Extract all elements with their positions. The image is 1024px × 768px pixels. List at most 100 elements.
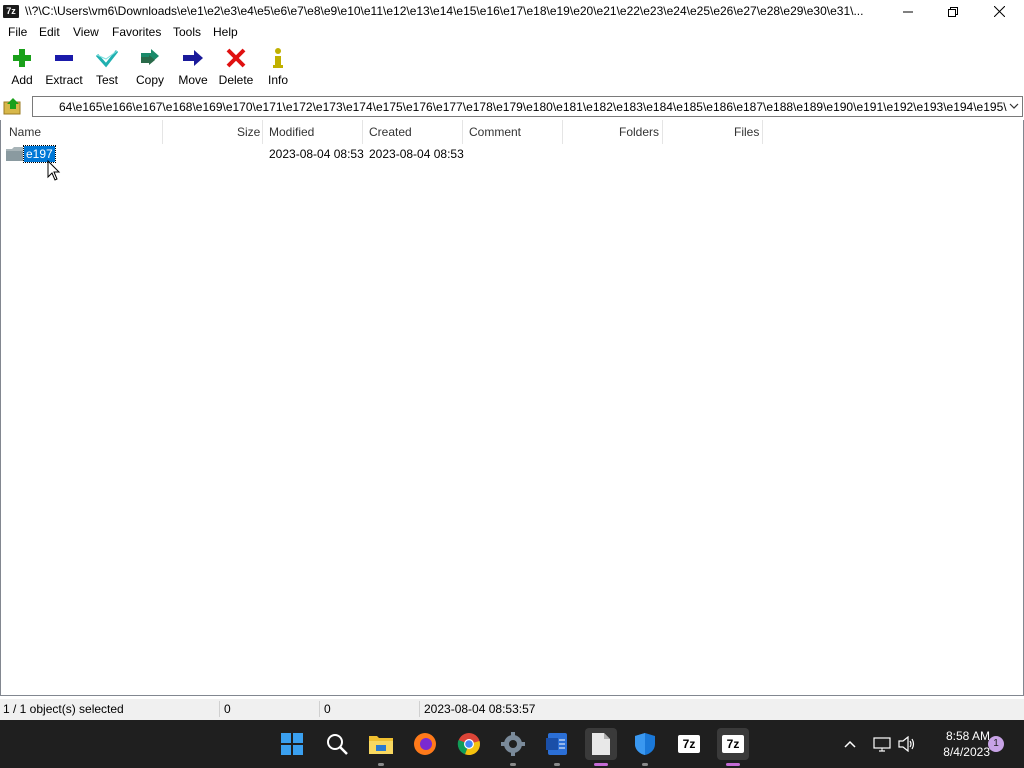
windows-start-icon: [281, 733, 303, 755]
file-explorer-icon: [369, 736, 393, 754]
menu-favorites[interactable]: Favorites: [111, 25, 162, 39]
column-size[interactable]: Size: [237, 120, 260, 144]
column-files[interactable]: Files: [734, 120, 759, 144]
column-folders[interactable]: Folders: [619, 120, 659, 144]
list-item[interactable]: e197 2023-08-04 08:53 2023-08-04 08:53: [1, 144, 1023, 164]
word-icon: [546, 733, 567, 755]
taskbar-7zip[interactable]: 7z: [673, 728, 705, 760]
menu-bar: File Edit View Favorites Tools Help: [0, 23, 1024, 43]
extract-button[interactable]: Extract: [42, 47, 86, 91]
folder-up-icon: [3, 98, 21, 115]
column-divider[interactable]: [662, 120, 663, 144]
active-indicator: [594, 763, 608, 766]
7zip-icon: 7z: [678, 735, 700, 753]
menu-file[interactable]: File: [7, 25, 28, 39]
move-button[interactable]: Move: [171, 47, 215, 91]
defender-icon: [635, 733, 655, 755]
taskbar-7zip-active[interactable]: 7z: [717, 728, 749, 766]
status-size: 0: [224, 702, 231, 716]
test-button[interactable]: Test: [85, 47, 129, 91]
chevron-down-icon[interactable]: [1008, 100, 1020, 112]
taskbar-file-explorer[interactable]: [365, 728, 397, 766]
taskbar: 7z 7z 8:58 AM 8/4/2023: [0, 720, 1024, 768]
running-indicator: [642, 763, 648, 766]
tray-overflow-button[interactable]: [843, 720, 857, 768]
address-input[interactable]: 64\e165\e166\e167\e168\e169\e170\e171\e1…: [32, 96, 1023, 117]
extract-label: Extract: [45, 73, 83, 87]
minimize-icon: [903, 11, 913, 12]
copy-button[interactable]: Copy: [128, 47, 172, 91]
maximize-button[interactable]: [930, 0, 976, 23]
list-header: Name Size Modified Created Comment Folde…: [1, 120, 1023, 144]
menu-view[interactable]: View: [72, 25, 100, 39]
column-divider[interactable]: [262, 120, 263, 144]
search-icon: [327, 734, 348, 755]
test-label: Test: [95, 73, 118, 87]
restore-icon: [948, 6, 958, 17]
taskbar-notepad[interactable]: [585, 728, 617, 766]
column-comment[interactable]: Comment: [469, 120, 521, 144]
title-bar[interactable]: 7z \\?\C:\Users\vm6\Downloads\e\e1\e2\e3…: [0, 0, 1024, 23]
column-modified[interactable]: Modified: [269, 120, 314, 144]
menu-edit[interactable]: Edit: [38, 25, 61, 39]
minus-icon: [55, 55, 73, 61]
item-created: 2023-08-04 08:53: [369, 147, 464, 161]
address-bar: 64\e165\e166\e167\e168\e169\e170\e171\e1…: [0, 94, 1024, 118]
running-indicator: [554, 763, 560, 766]
column-name[interactable]: Name: [9, 120, 41, 144]
7zip-icon: 7z: [722, 735, 744, 753]
column-divider[interactable]: [462, 120, 463, 144]
7zip-window: 7z \\?\C:\Users\vm6\Downloads\e\e1\e2\e3…: [0, 0, 1024, 720]
taskbar-clock[interactable]: 8:58 AM 8/4/2023: [924, 728, 990, 760]
mouse-pointer-icon: [47, 160, 61, 181]
status-divider: [219, 701, 220, 717]
column-divider[interactable]: [362, 120, 363, 144]
chrome-icon: [457, 733, 480, 756]
double-arrow-icon: [141, 49, 159, 65]
taskbar-settings[interactable]: [497, 728, 529, 766]
column-divider[interactable]: [562, 120, 563, 144]
add-button[interactable]: Add: [0, 47, 44, 91]
status-divider: [319, 701, 320, 717]
taskbar-firefox[interactable]: [409, 728, 441, 760]
file-list[interactable]: Name Size Modified Created Comment Folde…: [0, 120, 1024, 696]
clock-time: 8:58 AM: [945, 729, 990, 743]
info-icon: [273, 48, 283, 68]
active-indicator: [726, 763, 740, 766]
clock-date: 8/4/2023: [943, 745, 990, 759]
column-divider[interactable]: [162, 120, 163, 144]
taskbar-search-button[interactable]: [321, 728, 353, 760]
column-divider[interactable]: [762, 120, 763, 144]
delete-button[interactable]: Delete: [214, 47, 258, 91]
settings-icon: [501, 732, 525, 756]
delete-label: Delete: [218, 73, 254, 87]
taskbar-word[interactable]: [541, 728, 573, 766]
running-indicator: [378, 763, 384, 766]
menu-help[interactable]: Help: [212, 25, 239, 39]
notepad-icon: [592, 733, 610, 755]
start-button[interactable]: [276, 728, 308, 760]
x-icon: [226, 48, 246, 68]
menu-tools[interactable]: Tools: [172, 25, 202, 39]
folder-icon: [6, 147, 23, 161]
close-button[interactable]: [976, 0, 1022, 23]
network-icon: [873, 737, 891, 752]
column-created[interactable]: Created: [369, 120, 412, 144]
notification-badge[interactable]: 1: [988, 736, 1004, 752]
volume-control[interactable]: [898, 720, 916, 768]
taskbar-chrome[interactable]: [453, 728, 485, 760]
move-label: Move: [178, 73, 208, 87]
taskbar-defender[interactable]: [629, 728, 661, 766]
item-modified: 2023-08-04 08:53: [269, 147, 364, 161]
info-button[interactable]: Info: [256, 47, 300, 91]
plus-icon: [13, 49, 31, 67]
close-icon: [993, 6, 1005, 17]
status-bar: 1 / 1 object(s) selected 0 0 2023-08-04 …: [0, 699, 1024, 720]
up-folder-button[interactable]: [3, 97, 23, 115]
status-packed: 0: [324, 702, 331, 716]
network-status[interactable]: [873, 720, 891, 768]
status-divider: [419, 701, 420, 717]
chevron-up-icon: [844, 740, 856, 748]
copy-label: Copy: [135, 73, 164, 87]
minimize-button[interactable]: [885, 0, 931, 23]
